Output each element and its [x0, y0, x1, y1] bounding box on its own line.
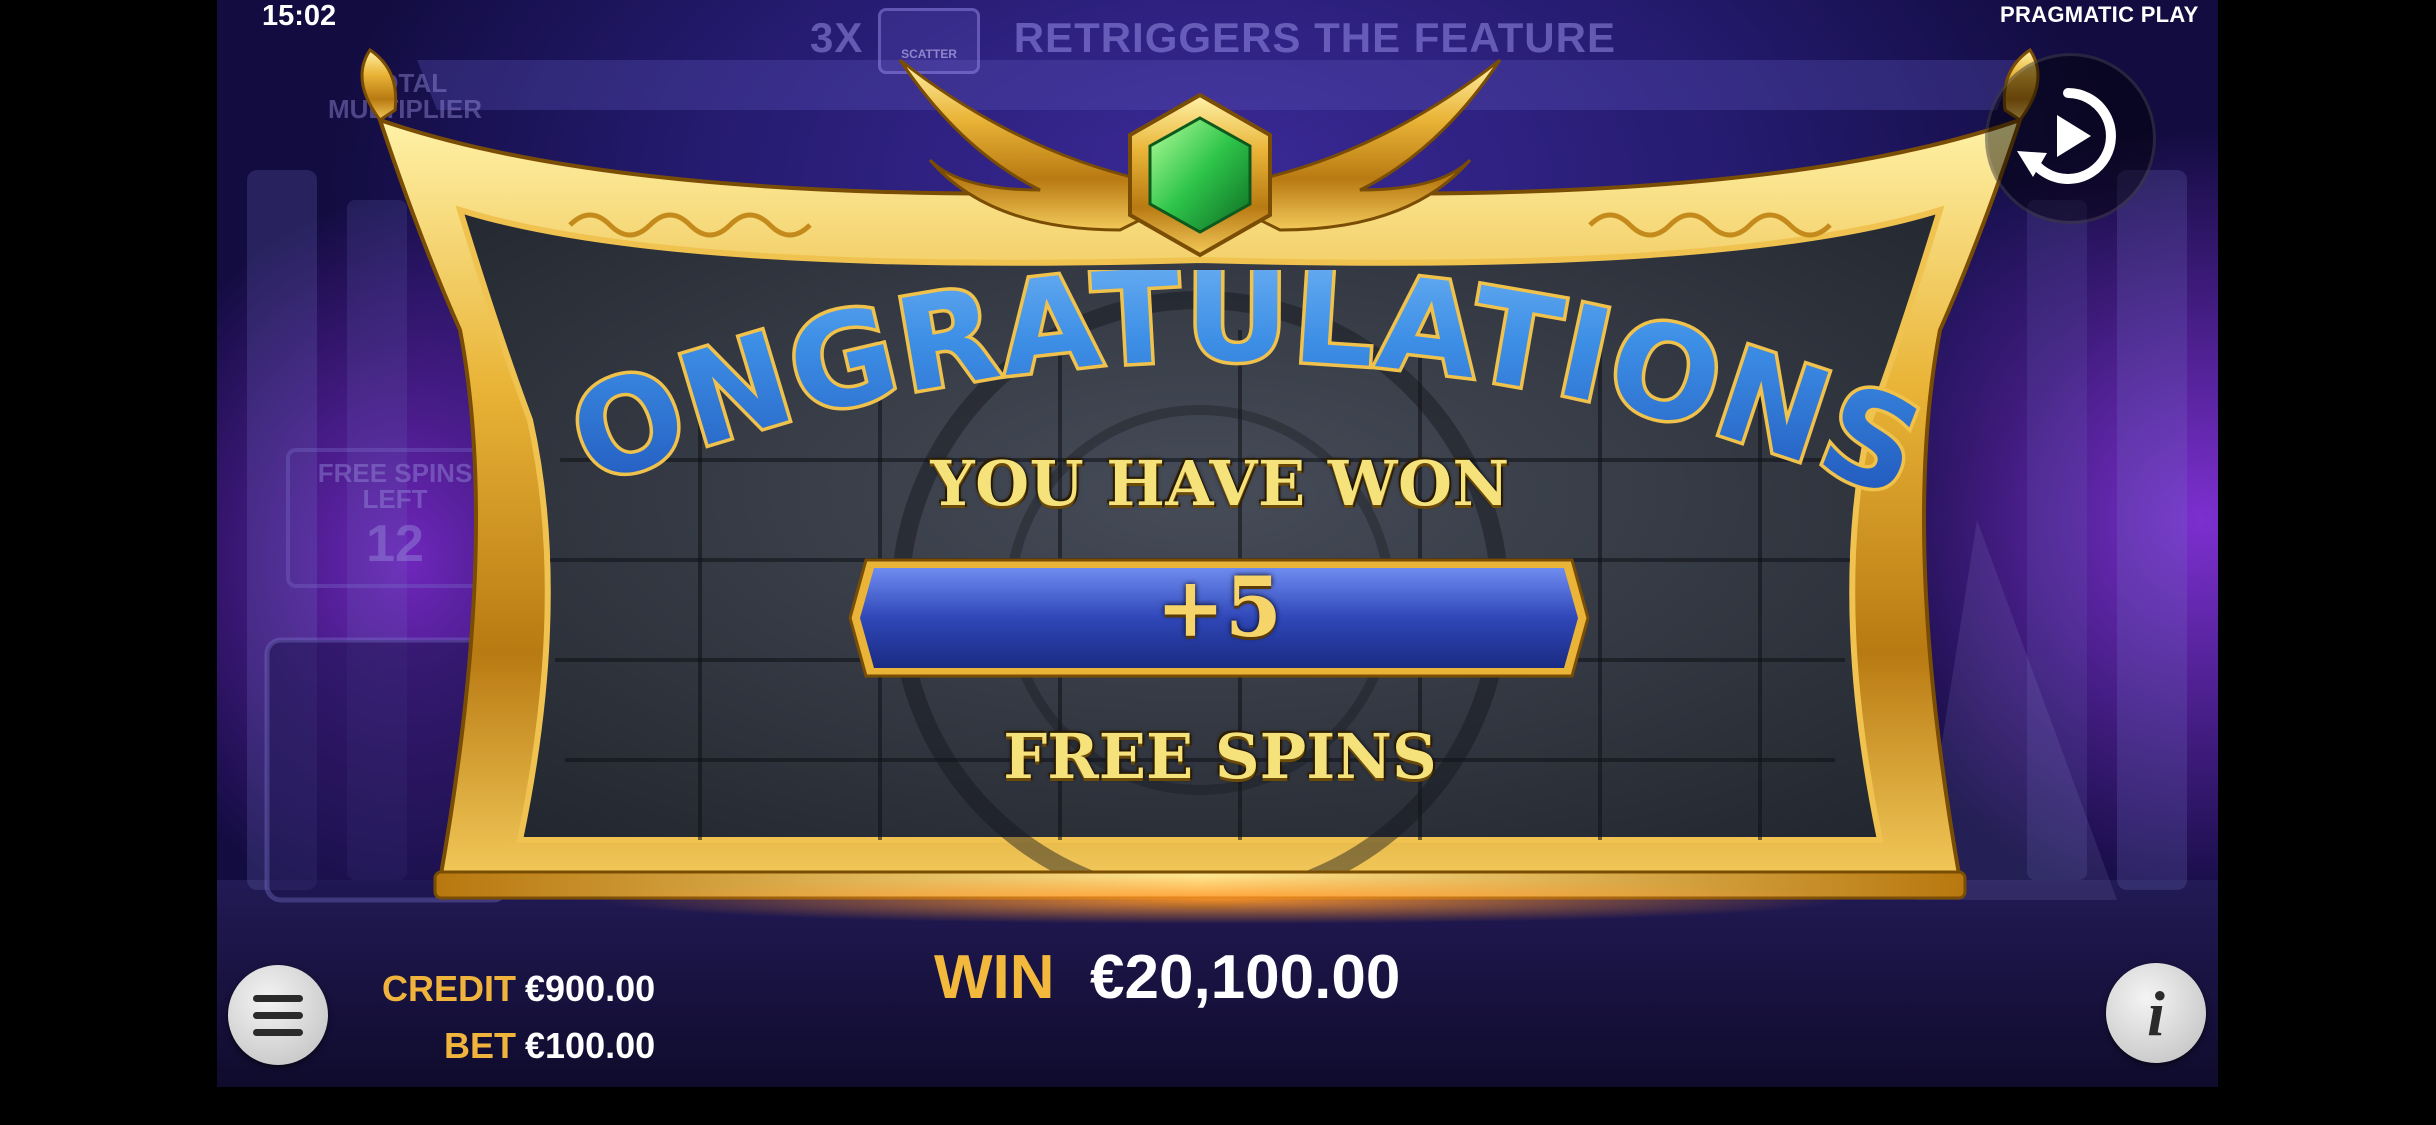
menu-button[interactable] — [228, 965, 328, 1065]
screen: 3X RETRIGGERS THE FEATURE SCATTER TOTAL … — [0, 0, 2436, 1125]
replay-icon — [2017, 88, 2116, 184]
credit-label: CREDIT — [382, 968, 516, 1009]
you-have-won-text: YOU HAVE WON — [930, 447, 1510, 520]
win-label: WIN — [934, 943, 1055, 1012]
status-time: 15:02 — [262, 0, 337, 32]
bet-value: €100.00 — [525, 1025, 656, 1066]
info-button[interactable]: i — [2106, 963, 2206, 1063]
replay-button[interactable] — [1985, 53, 2156, 224]
bet-label: BET — [444, 1025, 516, 1066]
provider-logo: PRAGMATIC PLAY — [2000, 2, 2199, 27]
frame-glow — [440, 870, 2000, 930]
win-value: €20,100.00 — [1090, 943, 1401, 1012]
info-icon: i — [2147, 978, 2165, 1049]
free-spins-caption: FREE SPINS — [1003, 720, 1437, 793]
award-value: +5 — [1156, 560, 1282, 656]
credit-value: €900.00 — [525, 968, 656, 1009]
